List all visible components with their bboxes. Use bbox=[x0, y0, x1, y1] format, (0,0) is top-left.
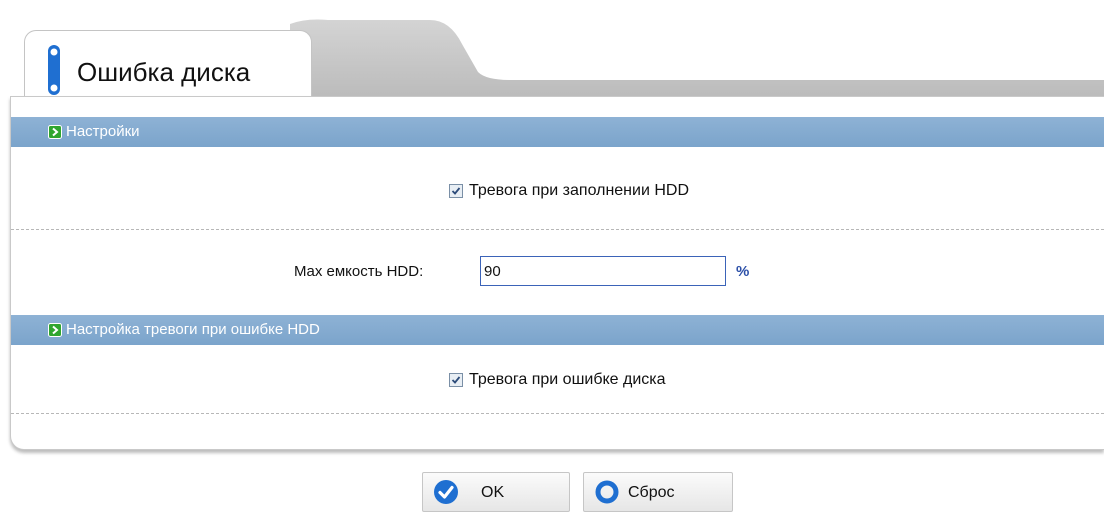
tab-strip: Ошибка диска bbox=[10, 14, 1104, 110]
circle-icon bbox=[595, 480, 619, 504]
section-title: Настройки bbox=[66, 123, 140, 140]
ok-button-label: OK bbox=[481, 484, 505, 501]
percent-unit: % bbox=[736, 263, 750, 280]
checkmark-icon bbox=[451, 376, 461, 384]
arrow-right-icon bbox=[48, 323, 62, 337]
hdd-error-alarm-option[interactable]: Тревога при ошибке диска bbox=[449, 371, 666, 389]
max-capacity-label: Max емкость HDD: bbox=[294, 263, 424, 280]
check-circle-icon bbox=[434, 480, 458, 504]
ok-button[interactable]: OK bbox=[422, 472, 570, 512]
hdd-full-alarm-option[interactable]: Тревога при заполнении HDD bbox=[449, 182, 689, 200]
checkmark-icon bbox=[451, 187, 461, 195]
tab-indicator-icon bbox=[48, 45, 60, 95]
settings-panel: Настройки Тревога при заполнении HDD Max… bbox=[10, 96, 1104, 450]
section-title: Настройка тревоги при ошибке HDD bbox=[66, 321, 320, 338]
hdd-full-alarm-checkbox[interactable] bbox=[449, 184, 463, 198]
reset-button[interactable]: Сброс bbox=[583, 472, 733, 512]
section-header-settings: Настройки bbox=[11, 117, 1104, 147]
divider bbox=[11, 229, 1104, 230]
section-header-hdd-error-alarm: Настройка тревоги при ошибке HDD bbox=[11, 315, 1104, 345]
divider bbox=[11, 413, 1104, 414]
max-capacity-input[interactable] bbox=[480, 256, 726, 286]
reset-button-label: Сброс bbox=[628, 484, 675, 501]
hdd-error-alarm-label: Тревога при ошибке диска bbox=[469, 371, 666, 388]
hdd-error-alarm-checkbox[interactable] bbox=[449, 373, 463, 387]
hdd-full-alarm-label: Тревога при заполнении HDD bbox=[469, 182, 689, 199]
tab-title: Ошибка диска bbox=[77, 57, 251, 87]
arrow-right-icon bbox=[48, 125, 62, 139]
